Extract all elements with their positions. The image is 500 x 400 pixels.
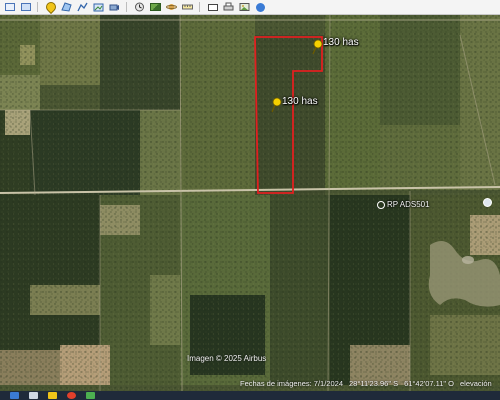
latitude-readout: 28°11'23.96" S (349, 379, 399, 388)
toolbar-divider (37, 2, 38, 12)
sunlight-icon[interactable] (149, 1, 162, 13)
search-icon[interactable] (29, 392, 38, 399)
add-placemark-icon[interactable] (43, 0, 58, 15)
longitude-readout: 61°42'07.11" O (404, 379, 454, 388)
record-tour-icon[interactable] (108, 1, 121, 13)
file-explorer-icon[interactable] (48, 392, 57, 399)
road-marker-icon (377, 200, 385, 209)
window-icon[interactable] (19, 1, 32, 13)
add-polygon-icon[interactable] (60, 1, 73, 13)
save-image-icon[interactable] (238, 1, 251, 13)
add-overlay-icon[interactable] (92, 1, 105, 13)
place-marker-icon[interactable] (483, 198, 492, 207)
ruler-icon[interactable] (181, 1, 194, 13)
planets-icon[interactable] (165, 1, 178, 13)
maps-icon[interactable] (86, 392, 95, 399)
email-icon[interactable] (206, 1, 219, 13)
parcel-label-north[interactable]: 130 has (323, 37, 359, 48)
print-icon[interactable] (222, 1, 235, 13)
toolbar-divider (199, 2, 200, 12)
imagery-date: Fechas de imágenes: 7/1/2024 (240, 379, 343, 388)
map-status-bar: Fechas de imágenes: 7/1/2024 28°11'23.96… (240, 379, 500, 390)
view-in-maps-icon[interactable] (254, 1, 267, 13)
historical-imagery-icon[interactable] (133, 1, 146, 13)
elevation-readout: elevación (460, 379, 492, 388)
toolbar-divider (126, 2, 127, 12)
toolbar (0, 0, 500, 15)
browser-icon[interactable] (67, 392, 76, 399)
windows-start-icon[interactable] (10, 392, 19, 399)
sidebar-toggle-icon[interactable] (3, 1, 16, 13)
parcel-label-south[interactable]: 130 has (282, 96, 318, 107)
taskbar (0, 391, 500, 400)
add-path-icon[interactable] (76, 1, 89, 13)
road-name: RP ADS501 (387, 200, 430, 209)
satellite-map[interactable]: 130 has 130 has RP ADS501 Imagen © 2025 … (0, 15, 500, 391)
imagery-copyright: Imagen © 2025 Airbus (187, 354, 267, 363)
road-label[interactable]: RP ADS501 (377, 200, 430, 209)
